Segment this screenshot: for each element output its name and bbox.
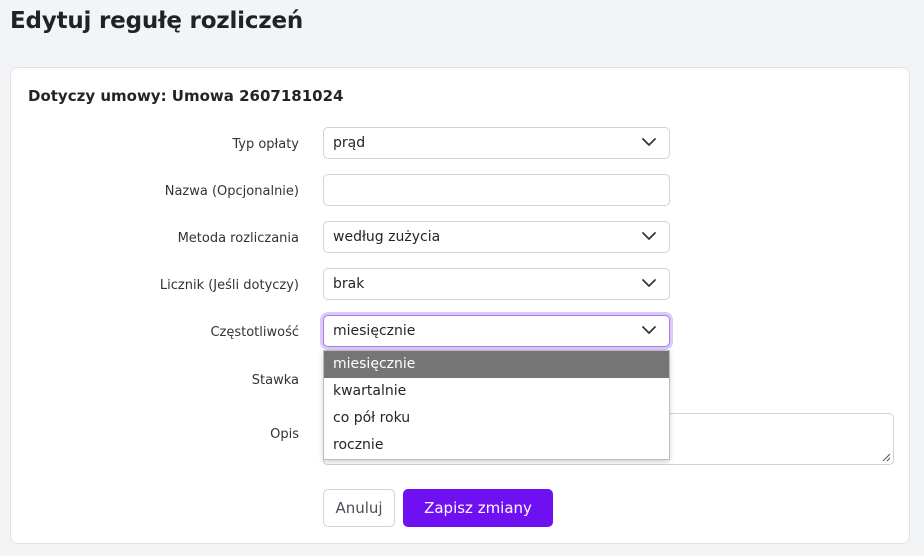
rate-label: Stawka	[251, 373, 299, 388]
fee-type-value: prąd	[333, 135, 366, 151]
chevron-down-icon	[642, 326, 656, 334]
fee-type-label: Typ opłaty	[232, 137, 299, 152]
method-label: Metoda rozliczania	[177, 231, 299, 246]
frequency-value: miesięcznie	[333, 323, 416, 339]
fee-type-select[interactable]: prąd	[323, 127, 670, 159]
name-label: Nazwa (Opcjonalnie)	[164, 184, 299, 199]
frequency-option-semiannual[interactable]: co pół roku	[324, 405, 669, 432]
resize-grip-icon[interactable]	[882, 453, 891, 462]
frequency-option-quarterly[interactable]: kwartalnie	[324, 378, 669, 405]
frequency-dropdown-list: miesięcznie kwartalnie co pół roku roczn…	[323, 350, 670, 460]
frequency-select[interactable]: miesięcznie	[323, 315, 670, 347]
frequency-option-yearly[interactable]: rocznie	[324, 432, 669, 459]
meter-value: brak	[333, 276, 365, 292]
billing-rule-form-card: Dotyczy umowy: Umowa 2607181024 Typ opła…	[10, 67, 910, 544]
save-changes-button[interactable]: Zapisz zmiany	[403, 489, 553, 527]
cancel-button[interactable]: Anuluj	[323, 489, 395, 527]
method-value: według zużycia	[333, 229, 441, 245]
meter-select[interactable]: brak	[323, 268, 670, 300]
method-select[interactable]: według zużycia	[323, 221, 670, 253]
chevron-down-icon	[642, 232, 656, 240]
frequency-option-monthly[interactable]: miesięcznie	[324, 351, 669, 378]
page-title: Edytuj regułę rozliczeń	[10, 8, 304, 34]
name-input[interactable]	[323, 174, 670, 206]
frequency-label: Częstotliwość	[210, 325, 299, 340]
meter-label: Licznik (Jeśli dotyczy)	[159, 278, 299, 293]
description-label: Opis	[270, 427, 299, 442]
chevron-down-icon	[642, 279, 656, 287]
contract-title: Dotyczy umowy: Umowa 2607181024	[28, 87, 344, 105]
chevron-down-icon	[642, 138, 656, 146]
